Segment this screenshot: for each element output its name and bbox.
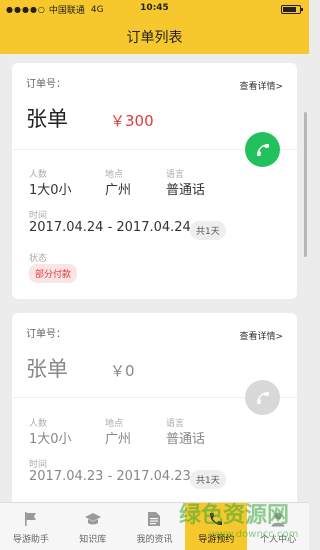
customer-name: 张单 bbox=[26, 107, 68, 131]
watermark-url: www.downcc.com bbox=[209, 529, 298, 540]
phone-icon bbox=[256, 143, 269, 156]
customer-name: 张单 bbox=[26, 357, 68, 381]
graduation-cap-icon bbox=[84, 511, 102, 531]
site-watermark: 绿色资源网 www.downcc.com bbox=[175, 492, 309, 550]
place-value: 广州 bbox=[105, 183, 132, 198]
document-icon bbox=[147, 511, 161, 531]
view-details-link[interactable]: 查看详情> bbox=[239, 329, 283, 342]
people-value: 1大0小 bbox=[29, 432, 72, 447]
time-value: 2017.04.24 - 2017.04.24 bbox=[29, 220, 191, 235]
status-bar: ●●●●○ 中国联通 4G 10:45 bbox=[0, 0, 309, 18]
watermark-title: 绿色资源网 bbox=[179, 502, 289, 528]
order-number-label: 订单号： bbox=[26, 329, 66, 340]
battery-fill bbox=[283, 7, 296, 12]
call-button[interactable] bbox=[245, 132, 280, 167]
nav-bar: 订单列表 bbox=[0, 18, 309, 54]
days-badge: 共1天 bbox=[190, 221, 226, 240]
scrollbar[interactable] bbox=[304, 112, 307, 257]
tab-label: 知识库 bbox=[79, 535, 107, 545]
watermark-logo: 绿色资源网 www.downcc.com bbox=[179, 502, 298, 540]
battery-icon bbox=[281, 5, 303, 14]
phone-icon bbox=[256, 391, 269, 404]
page-title: 订单列表 bbox=[126, 30, 183, 46]
days-badge: 共1天 bbox=[190, 470, 226, 489]
language-value: 普通话 bbox=[166, 432, 206, 447]
view-details-link[interactable]: 查看详情> bbox=[239, 79, 283, 92]
order-card[interactable]: 订单号： 查看详情> 张单 ￥300 人数 1大0小 地点 广州 语言 普通话 … bbox=[12, 63, 297, 299]
flag-icon bbox=[23, 511, 39, 531]
tab-guide-assistant[interactable]: 导游助手 bbox=[0, 503, 62, 550]
language-value: 普通话 bbox=[166, 183, 206, 198]
payment-status-badge: 部分付款 bbox=[29, 264, 78, 283]
call-button-disabled[interactable] bbox=[245, 380, 280, 415]
people-value: 1大0小 bbox=[29, 183, 72, 198]
status-label: 状态 bbox=[29, 254, 48, 264]
tab-label: 导游助手 bbox=[12, 535, 49, 545]
status-time: 10:45 bbox=[140, 3, 169, 13]
order-number-label: 订单号： bbox=[26, 79, 66, 90]
order-price: ￥300 bbox=[110, 112, 154, 130]
time-value: 2017.04.23 - 2017.04.23 bbox=[29, 469, 191, 484]
order-price: ￥0 bbox=[110, 362, 135, 380]
tab-knowledge-base[interactable]: 知识库 bbox=[62, 503, 124, 550]
place-value: 广州 bbox=[105, 432, 132, 447]
order-list[interactable]: 订单号： 查看详情> 张单 ￥300 人数 1大0小 地点 广州 语言 普通话 … bbox=[0, 54, 309, 502]
